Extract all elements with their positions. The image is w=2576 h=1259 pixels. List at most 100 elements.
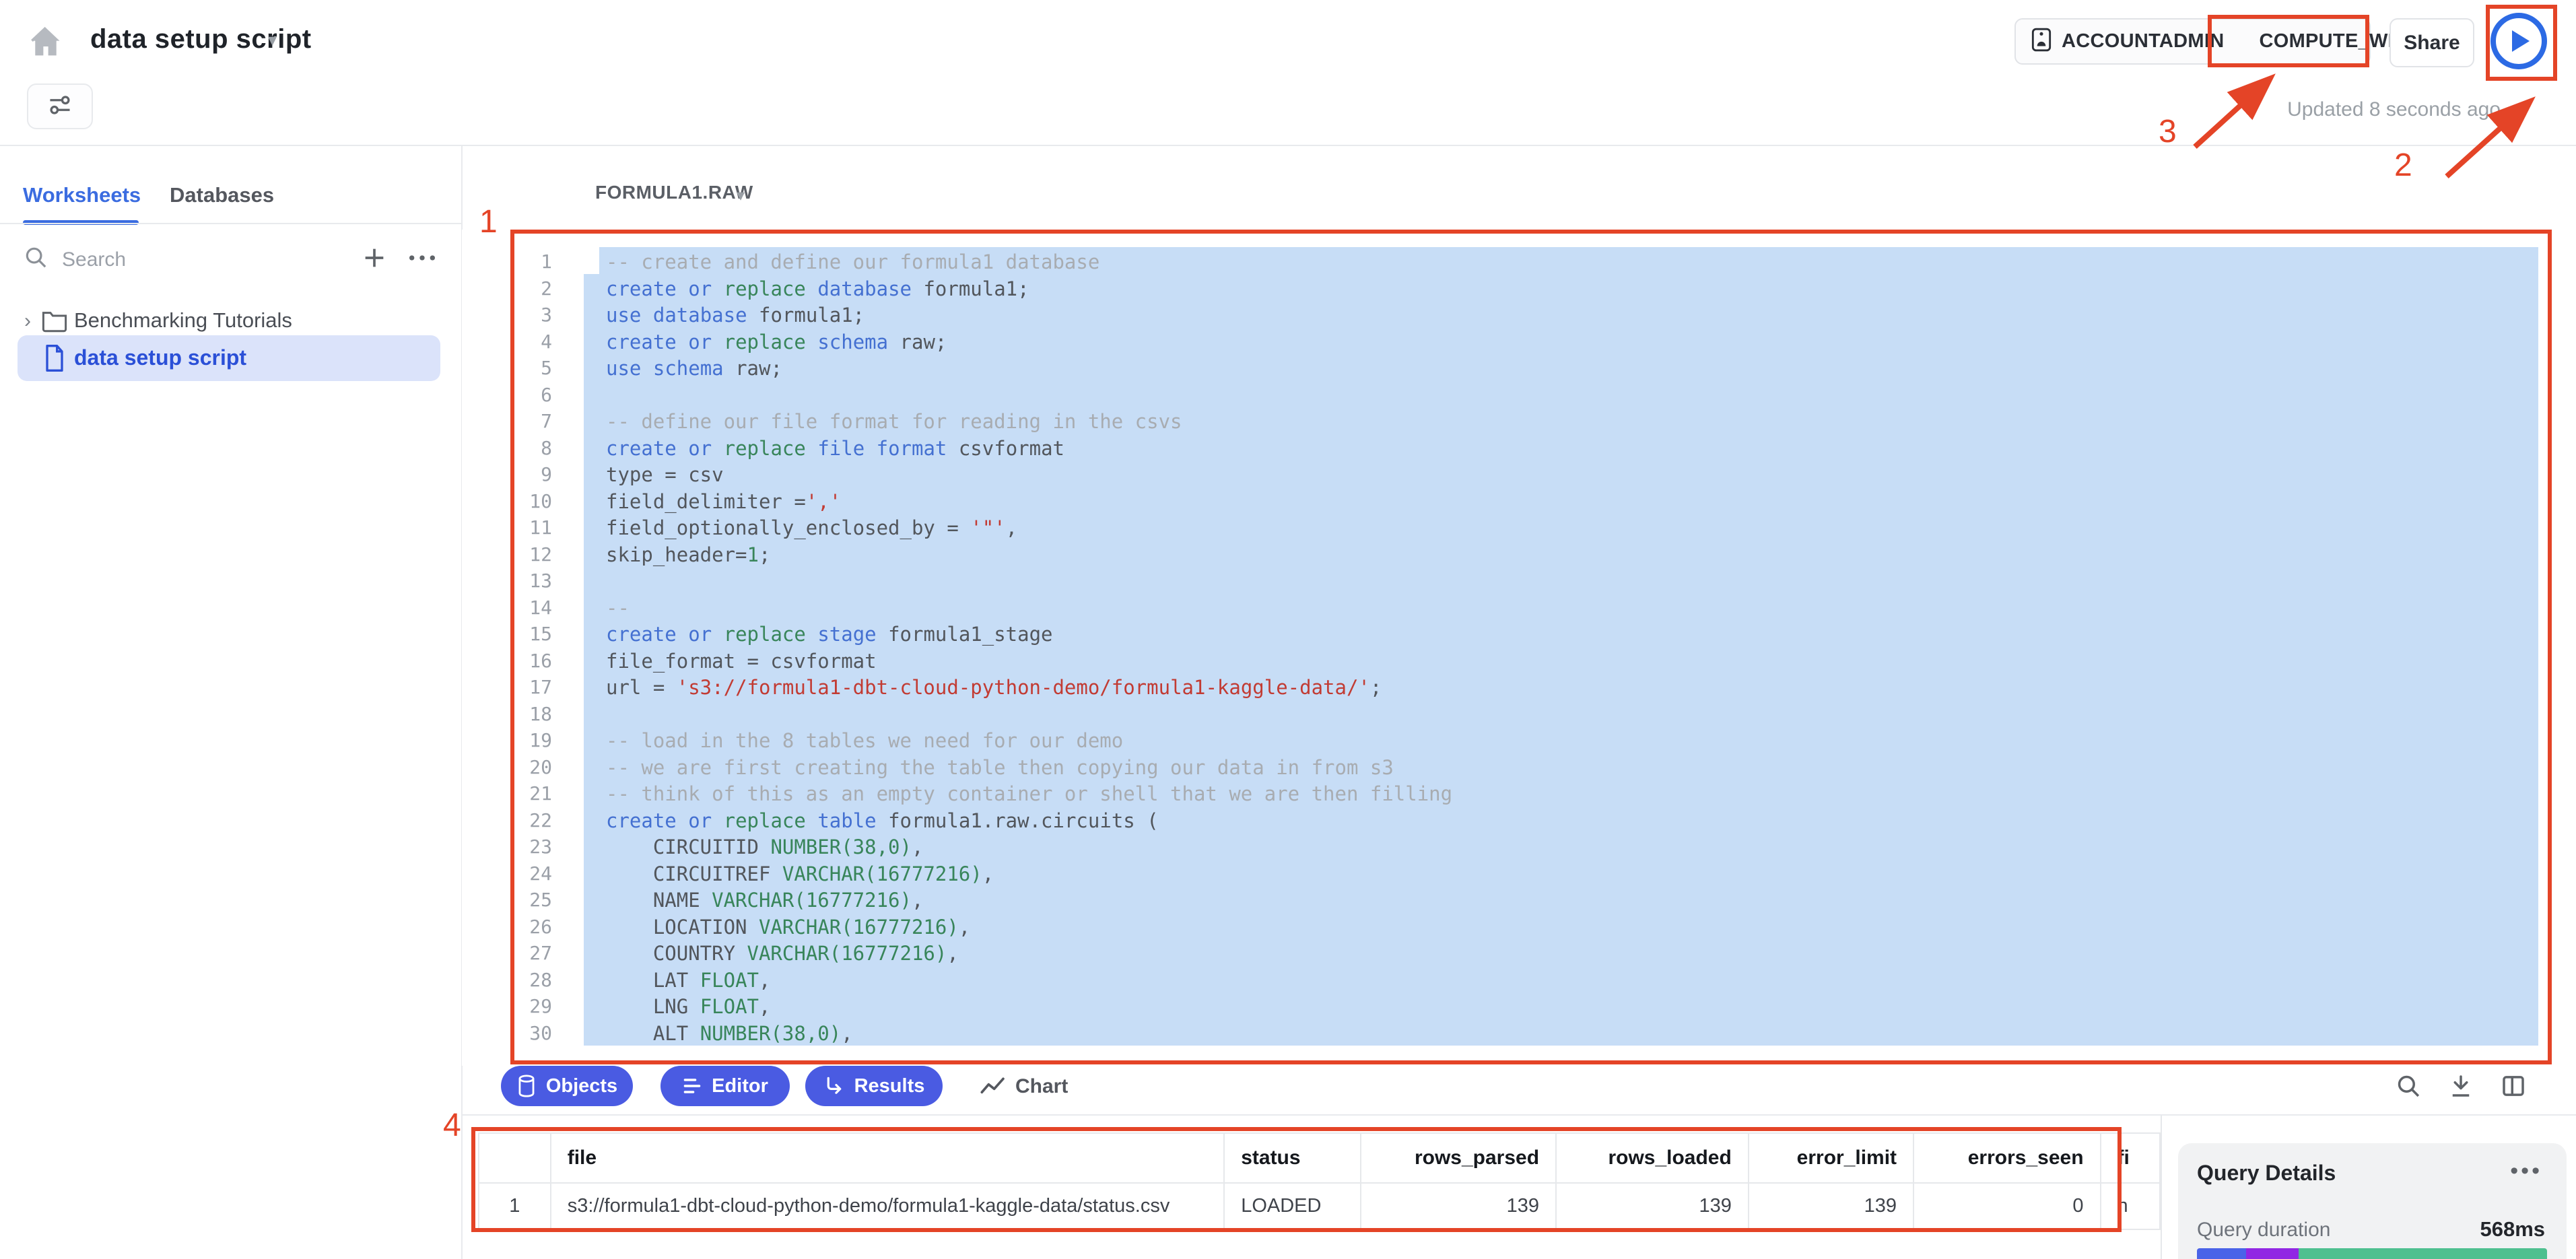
code-line[interactable]: create or replace schema raw;	[606, 331, 947, 353]
code-line[interactable]: field_optionally_enclosed_by = '"',	[606, 516, 1017, 539]
code-line[interactable]: type = csv	[606, 463, 724, 486]
code-token: -- load in the 8 tables we need for our …	[606, 729, 1123, 752]
code-token: replace	[724, 437, 806, 460]
code-line[interactable]: create or replace stage formula1_stage	[606, 623, 1053, 646]
code-line[interactable]: NAME VARCHAR(16777216),	[606, 889, 923, 912]
sql-editor[interactable]: 1-- create and define our formula1 datab…	[462, 230, 2576, 1066]
code-line[interactable]: -- think of this as an empty container o…	[606, 782, 1452, 805]
code-token: field_optionally_enclosed_by =	[606, 516, 970, 539]
code-line[interactable]: CIRCUITID NUMBER(38,0),	[606, 836, 923, 858]
code-token: file	[817, 437, 865, 460]
line-number: 27	[505, 942, 552, 964]
code-line[interactable]: LOCATION VARCHAR(16777216),	[606, 916, 970, 939]
search-results-icon[interactable]	[2394, 1072, 2422, 1103]
code-token: ,	[841, 1022, 852, 1045]
share-button[interactable]: Share	[2389, 18, 2474, 67]
code-token: or	[688, 623, 712, 646]
code-line[interactable]: -- define our file format for reading in…	[606, 410, 1182, 433]
code-token: create	[606, 277, 677, 300]
selection-highlight	[584, 1019, 2538, 1046]
chevron-right-icon[interactable]: ›	[24, 310, 31, 333]
updated-caret-icon[interactable]: ▾	[2509, 101, 2517, 121]
code-token: skip_header=	[606, 543, 747, 566]
code-token: CIRCUITREF	[606, 862, 782, 885]
folder-label: Benchmarking Tutorials	[74, 308, 292, 333]
column-header-errors_seen[interactable]: errors_seen	[1913, 1133, 2101, 1183]
column-header-rownum[interactable]	[479, 1133, 551, 1183]
code-line[interactable]: create or replace table formula1.raw.cir…	[606, 809, 1159, 832]
column-header-file[interactable]: file	[551, 1133, 1224, 1183]
column-header-rows_parsed[interactable]: rows_parsed	[1361, 1133, 1557, 1183]
code-token	[712, 277, 723, 300]
code-line[interactable]: -- create and define our formula1 databa…	[606, 250, 1099, 273]
code-token: ;	[759, 543, 770, 566]
line-number: 7	[505, 410, 552, 432]
tab-databases[interactable]: Databases	[170, 183, 274, 207]
tab-editor-button[interactable]: Editor	[660, 1066, 790, 1106]
code-line[interactable]: COUNTRY VARCHAR(16777216),	[606, 942, 959, 965]
code-line[interactable]: field_delimiter =','	[606, 490, 841, 513]
run-button[interactable]	[2490, 13, 2547, 69]
line-number: 25	[505, 889, 552, 911]
more-options-icon[interactable]	[407, 250, 438, 269]
tab-results-button[interactable]: Results	[805, 1066, 943, 1106]
code-token: ALT	[606, 1022, 700, 1045]
code-line[interactable]: skip_header=1;	[606, 543, 770, 566]
code-token: formula1;	[747, 304, 865, 327]
code-token: table	[817, 809, 876, 832]
code-line[interactable]: --	[606, 597, 630, 619]
code-line[interactable]: use schema raw;	[606, 357, 782, 380]
tab-worksheets[interactable]: Worksheets	[23, 183, 141, 207]
code-line[interactable]: CIRCUITREF VARCHAR(16777216),	[606, 862, 994, 885]
context-caret-icon[interactable]: ▾	[737, 186, 745, 205]
code-line[interactable]: create or replace database formula1;	[606, 277, 1029, 300]
code-line[interactable]: file_format = csvformat	[606, 650, 877, 673]
line-number: 8	[505, 437, 552, 459]
line-number: 16	[505, 650, 552, 672]
download-icon[interactable]	[2447, 1072, 2475, 1103]
home-icon[interactable]	[26, 23, 65, 65]
title-dropdown-caret-icon[interactable]: ▾	[268, 30, 277, 50]
chart-icon[interactable]	[980, 1075, 1007, 1102]
selection-highlight	[584, 593, 2538, 620]
search-input[interactable]: Search	[62, 248, 126, 271]
code-line[interactable]: ALT NUMBER(38,0),	[606, 1022, 853, 1045]
tab-chart[interactable]: Chart	[1015, 1075, 1068, 1098]
context-selector[interactable]: ACCOUNTADMIN COMPUTE_WH	[2014, 18, 2371, 65]
code-line[interactable]: LAT FLOAT,	[606, 969, 770, 992]
folder-icon	[40, 307, 69, 337]
query-duration-label: Query duration	[2197, 1219, 2330, 1241]
search-icon	[23, 244, 48, 273]
split-columns-icon[interactable]	[2499, 1072, 2528, 1103]
code-line[interactable]: url = 's3://formula1-dbt-cloud-python-de…	[606, 676, 1382, 699]
code-line[interactable]: use database formula1;	[606, 304, 865, 327]
line-number: 6	[505, 384, 552, 406]
code-token: ,	[959, 916, 970, 939]
code-token: raw;	[724, 357, 782, 380]
code-token: ;	[1370, 676, 1382, 699]
line-number: 26	[505, 916, 552, 938]
code-line[interactable]: -- we are first creating the table then …	[606, 756, 1394, 779]
results-divider	[463, 1114, 2576, 1116]
tab-objects-button[interactable]: Objects	[501, 1066, 633, 1106]
code-token	[806, 277, 817, 300]
column-header-status[interactable]: status	[1224, 1133, 1360, 1183]
code-line[interactable]: create or replace file format csvformat	[606, 437, 1064, 460]
code-line[interactable]: LNG FLOAT,	[606, 995, 770, 1018]
column-header-fi[interactable]: fi	[2101, 1133, 2160, 1183]
worksheet-filter-button[interactable]	[27, 83, 93, 129]
line-number: 19	[505, 729, 552, 751]
editor-context-breadcrumb[interactable]: FORMULA1.RAW	[595, 182, 753, 203]
column-header-error_limit[interactable]: error_limit	[1749, 1133, 1913, 1183]
code-token: COUNTRY	[606, 942, 747, 965]
code-token: formula1_stage	[877, 623, 1053, 646]
table-row[interactable]: 1s3://formula1-dbt-cloud-python-demo/for…	[479, 1183, 2160, 1229]
code-line[interactable]: -- load in the 8 tables we need for our …	[606, 729, 1123, 752]
selection-highlight	[584, 460, 2538, 487]
code-token: formula1.raw.circuits (	[877, 809, 1159, 832]
new-worksheet-button[interactable]	[361, 244, 388, 275]
column-header-rows_loaded[interactable]: rows_loaded	[1556, 1133, 1749, 1183]
code-token: NAME	[606, 889, 712, 912]
ellipsis-icon[interactable]: •••	[2510, 1158, 2542, 1184]
code-token	[712, 623, 723, 646]
